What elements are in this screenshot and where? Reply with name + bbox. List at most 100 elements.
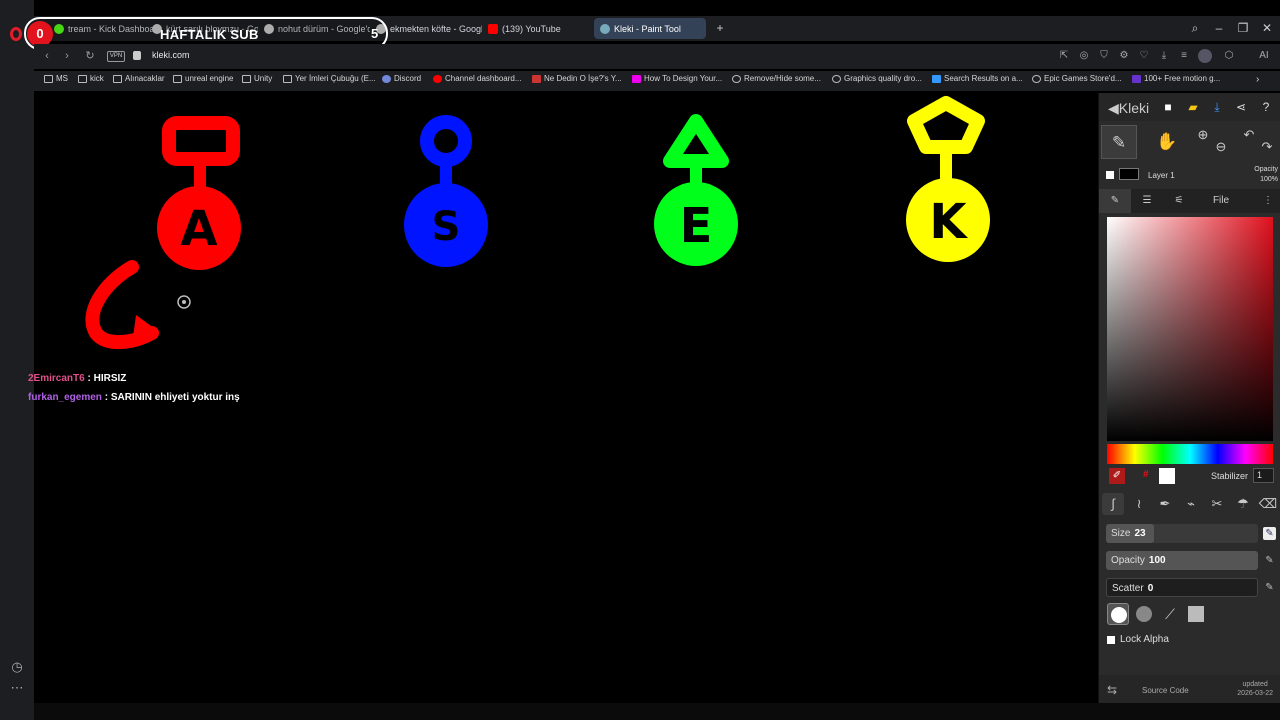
figure-letter: S	[432, 204, 461, 250]
chisel-brush-button[interactable]: ⟋	[1159, 603, 1181, 625]
opera-logo-icon[interactable]	[10, 27, 22, 41]
tab-adjust[interactable]: ⚟	[1163, 189, 1195, 213]
lock-alpha-checkbox[interactable]	[1107, 635, 1115, 644]
chemy-brush-icon[interactable]: ✂	[1206, 493, 1228, 515]
opacity-slider[interactable]: Opacity 100	[1106, 551, 1258, 570]
forward-button[interactable]: ›	[60, 49, 74, 63]
ai-button[interactable]: AI	[1250, 49, 1278, 63]
browser-sidebar: ◷ ⋯	[0, 0, 34, 720]
pixel-brush-icon[interactable]: ⌁	[1180, 493, 1202, 515]
round-soft-brush-button[interactable]	[1133, 603, 1155, 625]
smudge-brush-icon[interactable]: ☂	[1232, 493, 1254, 515]
avatar[interactable]	[1198, 49, 1212, 63]
url-field[interactable]: kleki.com	[152, 50, 190, 60]
extension-icon[interactable]: ⚙	[1117, 49, 1131, 63]
hand-tool-button[interactable]: ✋	[1149, 125, 1185, 159]
eyedropper-icon[interactable]: ✐	[1109, 468, 1125, 484]
help-icon[interactable]: ?	[1258, 99, 1274, 115]
bookmark-item[interactable]: Ne Dedin O İşe?'s Y...	[532, 74, 622, 83]
tab-brush[interactable]: ✎	[1099, 189, 1131, 213]
minimize-button[interactable]: –	[1212, 21, 1226, 35]
folder-icon	[113, 74, 122, 83]
color-picker-area[interactable]	[1107, 217, 1273, 441]
kleki-logo[interactable]: ◀Kleki	[1108, 100, 1149, 117]
settings-icon[interactable]: ⬡	[1222, 49, 1236, 63]
tab-layers[interactable]: ☰	[1131, 189, 1163, 213]
share-icon[interactable]: ⇱	[1057, 49, 1071, 63]
source-code-link[interactable]: Source Code	[1142, 686, 1189, 695]
size-slider[interactable]: Size 23	[1106, 524, 1258, 543]
heart-icon[interactable]: ♡	[1137, 49, 1151, 63]
hue-slider[interactable]	[1107, 444, 1273, 464]
tab-file[interactable]: File	[1195, 189, 1247, 213]
bookmark-item[interactable]: 100+ Free motion g...	[1132, 74, 1220, 83]
size-value: 23	[1134, 528, 1146, 539]
camera-icon[interactable]: ◎	[1077, 49, 1091, 63]
bookmark-item[interactable]: Search Results on a...	[932, 74, 1023, 83]
layer-row[interactable]: Layer 1 Opacity 100%	[1099, 163, 1280, 185]
download-icon[interactable]: ⤓	[1157, 49, 1171, 63]
bookmark-item[interactable]: Yer İmleri Çubuğu (E...	[283, 74, 376, 83]
bookmark-item[interactable]: kick	[78, 74, 104, 83]
zoom-in-icon[interactable]: ⊕	[1193, 125, 1213, 159]
scatter-slider[interactable]: Scatter 0	[1106, 578, 1258, 597]
menu-icon[interactable]: ≡	[1177, 49, 1191, 63]
pressure-scatter-icon[interactable]: ✎	[1263, 581, 1276, 594]
download-icon[interactable]: ⤓	[1209, 99, 1225, 115]
bookmark-item[interactable]: Channel dashboard...	[433, 74, 522, 83]
chat-user: furkan_egemen	[28, 392, 102, 403]
figure-s: S	[404, 115, 488, 267]
figure-letter: K	[929, 194, 968, 250]
pen-brush-icon[interactable]: ∫	[1102, 493, 1124, 515]
history-icon[interactable]: ◷	[9, 659, 25, 675]
chat-message: furkan_egemen : SARININ ehliyeti yoktur …	[28, 392, 240, 403]
new-image-icon[interactable]: ■	[1160, 99, 1176, 115]
lock-icon[interactable]	[133, 51, 141, 60]
tab-kleki[interactable]: Kleki - Paint Tool	[594, 18, 706, 39]
primary-color-swatch[interactable]	[1159, 468, 1175, 484]
bookmark-item[interactable]: Graphics quality dro...	[832, 74, 922, 83]
bookmark-item[interactable]: Alınacaklar	[113, 74, 165, 83]
layer-visibility-checkbox[interactable]	[1106, 171, 1114, 179]
eraser-icon[interactable]: ⌫	[1257, 493, 1279, 515]
bookmarks-overflow-icon[interactable]: ›	[1256, 74, 1259, 85]
folder-icon	[283, 74, 292, 83]
gear-icon	[732, 74, 741, 83]
search-tabs-icon[interactable]: ⌕	[1188, 21, 1202, 35]
sketchy-brush-icon[interactable]: ✒	[1154, 493, 1176, 515]
bookmark-item[interactable]: unreal engine	[173, 74, 233, 83]
undo-icon[interactable]: ↶	[1239, 125, 1259, 159]
tab-youtube[interactable]: (139) YouTube	[482, 18, 594, 39]
bookmark-item[interactable]: Epic Games Store'd...	[1032, 74, 1122, 83]
hex-input-button[interactable]: #	[1143, 469, 1149, 480]
pressure-opacity-icon[interactable]: ✎	[1263, 554, 1276, 567]
share-icon[interactable]: ⋖	[1233, 99, 1249, 115]
vpn-badge[interactable]: VPN	[107, 51, 125, 62]
shield-icon[interactable]: ⛉	[1097, 49, 1111, 63]
round-hard-brush-button[interactable]	[1107, 603, 1129, 625]
more-icon[interactable]: ⋯	[9, 680, 25, 696]
bookmark-item[interactable]: How To Design Your...	[632, 74, 722, 83]
bookmark-item[interactable]: MS	[44, 74, 68, 83]
figure-a: A	[157, 116, 241, 270]
bookmark-item[interactable]: Remove/Hide some...	[732, 74, 821, 83]
new-tab-button[interactable]: +	[714, 22, 726, 34]
brush-cursor-icon	[177, 295, 191, 309]
maximize-button[interactable]: ❐	[1236, 21, 1250, 35]
stabilizer-select[interactable]: 1	[1253, 468, 1274, 483]
layer-thumbnail	[1119, 168, 1139, 180]
chart-icon	[532, 74, 541, 83]
pressure-size-icon[interactable]: ✎	[1263, 527, 1276, 540]
reload-button[interactable]: ↻	[83, 49, 97, 63]
square-brush-button[interactable]	[1185, 603, 1207, 625]
open-folder-icon[interactable]: ▰	[1185, 99, 1201, 115]
back-button[interactable]: ‹	[40, 49, 54, 63]
blend-brush-icon[interactable]: ≀	[1128, 493, 1150, 515]
close-window-button[interactable]: ✕	[1260, 21, 1274, 35]
swap-side-icon[interactable]: ⇆	[1107, 683, 1117, 697]
bookmark-item[interactable]: Unity	[242, 74, 272, 83]
more-options-icon[interactable]: ⋮	[1255, 189, 1280, 213]
bookmark-item[interactable]: Discord	[382, 74, 421, 83]
lock-alpha-toggle[interactable]: Lock Alpha	[1107, 634, 1169, 645]
brush-tool-button[interactable]: ✎	[1101, 125, 1137, 159]
